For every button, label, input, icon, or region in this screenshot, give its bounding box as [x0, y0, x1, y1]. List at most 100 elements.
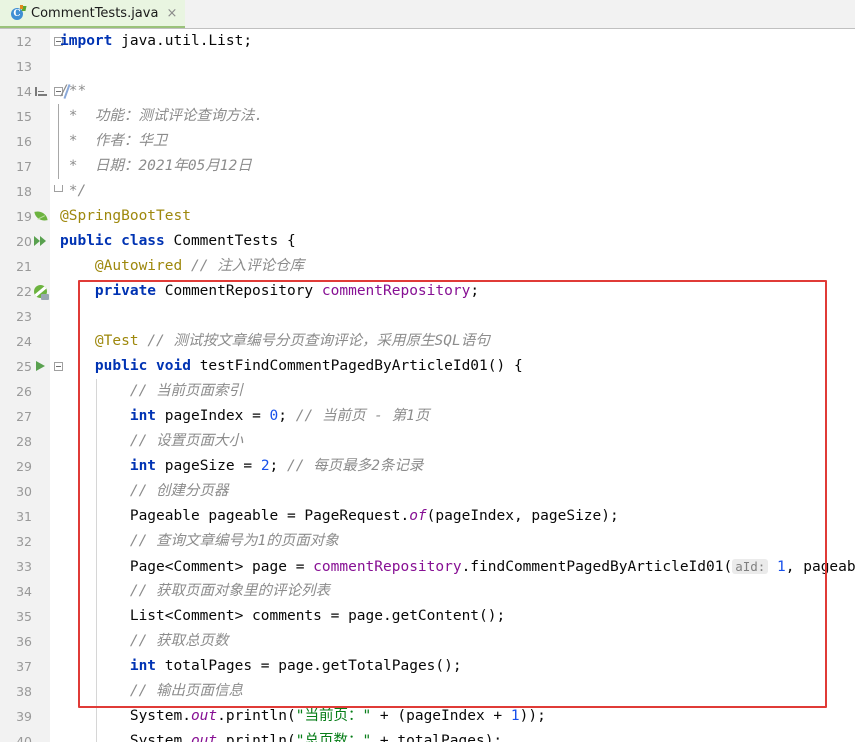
code-line[interactable]: 28 // 设置页面大小: [0, 429, 855, 454]
code-line[interactable]: 20 public class CommentTests {: [0, 229, 855, 254]
line-number: 31: [16, 509, 32, 524]
indent-guide: [96, 704, 97, 729]
code-text: System.out.println("总页数：" + totalPages);: [60, 733, 503, 742]
line-number: 19: [16, 209, 32, 224]
code-text: // 获取总页数: [129, 633, 229, 649]
code-line[interactable]: 22 private CommentRepository commentRepo…: [0, 279, 855, 304]
line-number: 28: [16, 434, 32, 449]
code-text: */: [60, 183, 87, 199]
code-line[interactable]: 13: [0, 54, 855, 79]
line-number: 21: [16, 259, 32, 274]
code-line[interactable]: 31 Pageable pageable = PageRequest.of(pa…: [0, 504, 855, 529]
code-text: // 设置页面大小: [129, 433, 244, 449]
run-test-icon[interactable]: [36, 361, 45, 371]
indent-guide: [96, 654, 97, 679]
code-line[interactable]: 16 * 作者：华卫: [0, 129, 855, 154]
code-line[interactable]: 19 @SpringBootTest: [0, 204, 855, 229]
indent-guide: [96, 529, 97, 554]
indent-guide: [96, 379, 97, 404]
bookmark-icon[interactable]: [35, 87, 47, 96]
code-line[interactable]: 26 // 当前页面索引: [0, 379, 855, 404]
code-line[interactable]: 23: [0, 304, 855, 329]
line-number: 40: [16, 734, 32, 742]
code-line[interactable]: 24 @Test // 测试按文章编号分页查询评论，采用原生SQL语句: [0, 329, 855, 354]
line-number: 34: [16, 584, 32, 599]
code-line[interactable]: 29 int pageSize = 2; // 每页最多2条记录: [0, 454, 855, 479]
code-text: Page<Comment> page = commentRepository.f…: [60, 559, 855, 575]
code-text: System.out.println("当前页：" + (pageIndex +…: [60, 708, 546, 724]
code-fold-guide-line: [58, 129, 59, 154]
code-line[interactable]: 17 * 日期：2021年05月12日: [0, 154, 855, 179]
code-text: * 日期：2021年05月12日: [60, 158, 252, 174]
code-lines-container: 12 import java.util.List; 13 14 /** 15 * 功能：测…: [0, 29, 855, 742]
code-text: // 输出页面信息: [129, 683, 244, 699]
code-text: import java.util.List;: [60, 33, 253, 49]
close-icon[interactable]: ×: [164, 6, 177, 21]
code-text: Pageable pageable = PageRequest.of(pageI…: [60, 508, 619, 524]
code-text: // 查询文章编号为1的页面对象: [129, 533, 339, 549]
gutter-glyph[interactable]: [33, 204, 49, 229]
gutter-glyph[interactable]: [33, 279, 49, 304]
code-text: * 功能：测试评论查询方法.: [60, 108, 264, 124]
code-line[interactable]: 21 @Autowired // 注入评论仓库: [0, 254, 855, 279]
spring-leaf-icon[interactable]: [34, 210, 48, 222]
code-text: int pageIndex = 0; // 当前页 - 第1页: [129, 408, 430, 424]
code-text: @Autowired // 注入评论仓库: [94, 258, 305, 274]
gutter-glyph[interactable]: [33, 354, 49, 379]
code-line[interactable]: 32 // 查询文章编号为1的页面对象: [0, 529, 855, 554]
code-line[interactable]: 35 List<Comment> comments = page.getCont…: [0, 604, 855, 629]
indent-guide: [96, 504, 97, 529]
java-test-class-icon: C: [10, 4, 27, 21]
code-editor[interactable]: 12 import java.util.List; 13 14 /** 15 * 功能：测…: [0, 29, 855, 742]
line-number: 18: [16, 184, 32, 199]
code-line[interactable]: 37 int totalPages = page.getTotalPages()…: [0, 654, 855, 679]
code-text: List<Comment> comments = page.getContent…: [60, 608, 506, 624]
code-text: public class CommentTests {: [60, 233, 296, 249]
line-number: 30: [16, 484, 32, 499]
line-number: 23: [16, 309, 32, 324]
editor-tab-bar: C CommentTests.java ×: [0, 0, 855, 29]
code-line[interactable]: 34 // 获取页面对象里的评论列表: [0, 579, 855, 604]
gutter-glyph[interactable]: [33, 79, 49, 104]
code-text: @SpringBootTest: [60, 208, 191, 224]
indent-guide: [96, 679, 97, 704]
line-number: 25: [16, 359, 32, 374]
indent-guide: [96, 429, 97, 454]
code-line[interactable]: 39 System.out.println("当前页：" + (pageInde…: [0, 704, 855, 729]
code-line[interactable]: 33 Page<Comment> page = commentRepositor…: [0, 554, 855, 579]
code-line[interactable]: 12 import java.util.List;: [0, 29, 855, 54]
code-fold-guide-line: [58, 104, 59, 129]
code-text: // 获取页面对象里的评论列表: [129, 583, 331, 599]
code-line[interactable]: 30 // 创建分页器: [0, 479, 855, 504]
code-line[interactable]: 40 System.out.println("总页数：" + totalPage…: [0, 729, 855, 742]
line-number: 33: [16, 559, 32, 574]
code-text: // 当前页面索引: [129, 383, 244, 399]
indent-guide: [96, 479, 97, 504]
code-text: int totalPages = page.getTotalPages();: [129, 658, 462, 674]
code-text: * 作者：华卫: [60, 133, 168, 149]
code-text: // 创建分页器: [129, 483, 229, 499]
code-text: /**: [60, 83, 87, 99]
line-number: 35: [16, 609, 32, 624]
code-line[interactable]: 36 // 获取总页数: [0, 629, 855, 654]
line-number: 39: [16, 709, 32, 724]
line-number: 32: [16, 534, 32, 549]
tab-comment-tests-java[interactable]: C CommentTests.java ×: [0, 0, 186, 28]
line-number: 14: [16, 84, 32, 99]
code-line[interactable]: 38 // 输出页面信息: [0, 679, 855, 704]
code-line[interactable]: 15 * 功能：测试评论查询方法.: [0, 104, 855, 129]
code-line[interactable]: 14 /**: [0, 79, 855, 104]
line-number: 38: [16, 684, 32, 699]
tab-bar-empty-space: [185, 0, 855, 28]
code-line[interactable]: 27 int pageIndex = 0; // 当前页 - 第1页: [0, 404, 855, 429]
code-text: @Test // 测试按文章编号分页查询评论，采用原生SQL语句: [94, 333, 490, 349]
code-line[interactable]: 18 */: [0, 179, 855, 204]
line-number: 16: [16, 134, 32, 149]
spring-bean-badge-icon: [41, 294, 49, 300]
line-number: 36: [16, 634, 32, 649]
indent-guide: [96, 604, 97, 629]
indent-guide: [96, 454, 97, 479]
run-all-tests-icon[interactable]: [34, 236, 48, 247]
gutter-glyph[interactable]: [33, 229, 49, 254]
code-line[interactable]: 25 public void testFindCommentPagedByArt…: [0, 354, 855, 379]
